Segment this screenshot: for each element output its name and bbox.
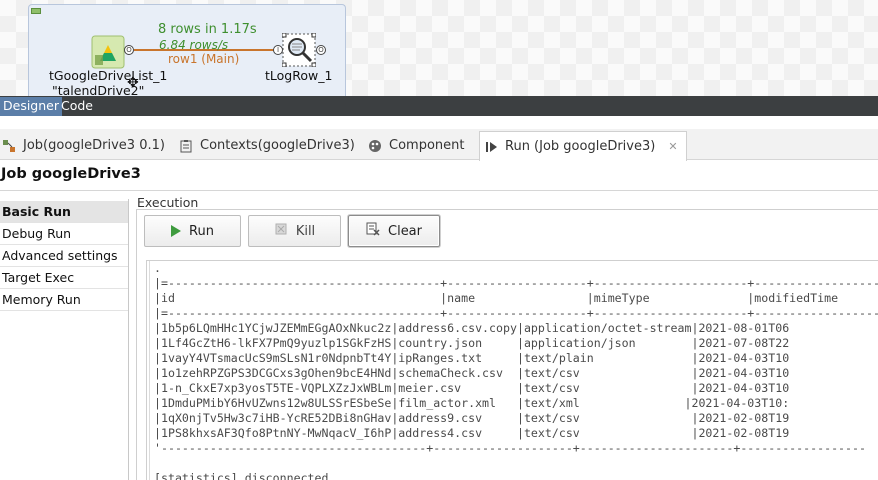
page-title: Job googleDrive3 xyxy=(1,166,141,182)
tab-component-label: Component xyxy=(389,138,465,153)
execution-group-label: Execution xyxy=(137,195,199,210)
tab-contexts[interactable]: Contexts(googleDrive3) xyxy=(179,131,355,160)
console-line: |1qX0njTv5Hw3c7iHB-YcRE52DBi8nGHav|addre… xyxy=(154,411,790,425)
tab-job-label: Job(googleDrive3 0.1) xyxy=(23,138,165,153)
nav-basic-run[interactable]: Basic Run xyxy=(0,201,128,223)
palette-icon xyxy=(368,139,382,153)
google-drive-list-component-icon[interactable] xyxy=(91,35,125,69)
title-divider xyxy=(0,190,878,191)
console-line: |1vayY4VTsmacUcS9mSLsN1r0NdpnbTt4Y|ipRan… xyxy=(154,351,790,365)
job-icon xyxy=(2,139,16,153)
run-console[interactable]: . |=------------------------------------… xyxy=(146,260,878,480)
console-line: . xyxy=(154,261,161,275)
move-cursor-icon: ✥ xyxy=(127,75,139,91)
kill-button[interactable]: Kill xyxy=(248,215,341,247)
clear-button-label: Clear xyxy=(388,223,422,239)
run-mode-nav: Basic Run Debug Run Advanced settings Ta… xyxy=(0,199,129,480)
nav-debug-run[interactable]: Debug Run xyxy=(0,223,128,245)
console-line: |1Lf4GcZtH6-lkFX7PmQ9yuzlp1SGkFzHS|count… xyxy=(154,336,790,350)
console-line: |id |name |mimeType |modifiedTime xyxy=(154,291,839,305)
subjob-collapse-toggle[interactable] xyxy=(31,8,41,14)
tab-run[interactable]: Run (Job googleDrive3) ✕ xyxy=(479,131,687,161)
target-component-label[interactable]: tLogRow_1 xyxy=(265,68,332,83)
clear-console-icon xyxy=(366,222,380,240)
nav-target-exec[interactable]: Target Exec xyxy=(0,267,128,289)
tab-run-label: Run (Job googleDrive3) xyxy=(505,139,656,154)
console-line: |1b5p6LQmHHc1YCjwJZEMmEGgAOxNkuc2z|addre… xyxy=(154,321,790,335)
run-button[interactable]: Run xyxy=(144,215,241,247)
clear-button[interactable]: Clear xyxy=(348,215,440,247)
console-line: |=--------------------------------------… xyxy=(154,276,878,290)
output-port[interactable]: O xyxy=(124,45,134,55)
kill-button-label: Kill xyxy=(295,223,316,239)
console-line: [statistics] disconnected xyxy=(154,471,329,480)
nav-advanced-settings[interactable]: Advanced settings xyxy=(0,245,128,267)
tab-designer[interactable]: Designer xyxy=(0,97,62,116)
clipboard-icon xyxy=(179,139,193,153)
console-line: |1PS8khxsAF3Qfo8PtnNY-MwNqacV_I6hP|addre… xyxy=(154,426,790,440)
console-output[interactable]: . |=------------------------------------… xyxy=(149,261,878,480)
console-line: |=--------------------------------------… xyxy=(154,306,878,320)
connection-label[interactable]: row1 (Main) xyxy=(168,52,239,66)
editor-mode-bar xyxy=(0,96,878,116)
close-tab-icon[interactable]: ✕ xyxy=(668,140,677,153)
run-button-label: Run xyxy=(189,223,214,239)
flow-speed: 6.84 rows/s xyxy=(159,38,229,52)
tab-code[interactable]: Code xyxy=(58,97,96,116)
play-icon xyxy=(171,225,182,237)
console-line: '--------------------------------------+… xyxy=(154,441,866,455)
run-view-icon xyxy=(484,140,498,154)
tab-job[interactable]: Job(googleDrive3 0.1) xyxy=(2,131,165,160)
tab-component[interactable]: Component xyxy=(368,131,464,160)
tab-contexts-label: Contexts(googleDrive3) xyxy=(200,138,355,153)
console-line: |1DmduPMibY6HvUZwns12w8ULSSrESbeSe|film_… xyxy=(154,396,790,410)
log-row-component-icon[interactable] xyxy=(282,33,316,67)
kill-icon xyxy=(274,222,288,240)
nav-memory-run[interactable]: Memory Run xyxy=(0,289,128,311)
source-component-label[interactable]: tGoogleDriveList_1 xyxy=(49,68,167,83)
flow-row-count: 8 rows in 1.17s xyxy=(158,22,257,37)
console-line: |1o1zehRPZGPS3DCGCxs3gOhen9bcE4HNd|schem… xyxy=(154,366,790,380)
console-line: |1-n_CkxE7xp3yosT5TE-VQPLXZzJxWBLm|meier… xyxy=(154,381,790,395)
log-row-output-port[interactable]: O xyxy=(316,45,326,55)
